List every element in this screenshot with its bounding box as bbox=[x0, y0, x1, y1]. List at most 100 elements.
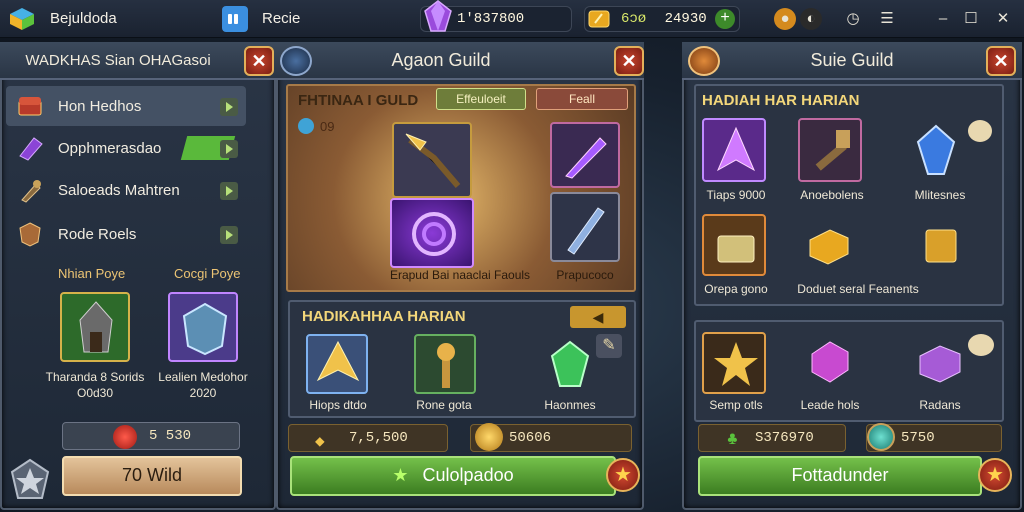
featured-slot-crystal[interactable] bbox=[550, 122, 620, 188]
sapphire-icon bbox=[914, 124, 958, 178]
emblem-icon[interactable] bbox=[10, 458, 50, 502]
menu-label-0: Hon Hedhos bbox=[58, 98, 142, 115]
featured-badge[interactable]: Effeuloeit bbox=[436, 88, 526, 110]
daily-slot-0[interactable] bbox=[306, 334, 368, 394]
featured-badge-2[interactable]: Feall bbox=[536, 88, 628, 110]
daily-label-2: Haonmes bbox=[544, 398, 596, 412]
torch-icon bbox=[437, 343, 455, 388]
reward-name-1: Lealien Medohor bbox=[158, 370, 248, 384]
featured-count: 09 bbox=[320, 119, 335, 134]
maximize-icon[interactable]: ☐ bbox=[960, 8, 982, 30]
middle-panel-title: Agaon Guild bbox=[391, 50, 491, 70]
minimize-icon[interactable]: – bbox=[932, 8, 954, 30]
right-bar-2: 5750 bbox=[866, 423, 1002, 452]
middle-bar-1-value: 7,5,500 bbox=[349, 430, 408, 446]
right-label-6: Leade hols bbox=[800, 398, 860, 412]
button-star-icon: ★ bbox=[392, 465, 409, 485]
right-bar-2-value: 5750 bbox=[901, 430, 935, 446]
tools-icon[interactable]: ✎ bbox=[596, 334, 622, 358]
record-icon[interactable]: ◐ bbox=[800, 8, 822, 30]
armor-icon bbox=[182, 302, 228, 356]
reward-name-0: Tharanda 8 Sorids bbox=[45, 370, 145, 384]
left-close-button[interactable]: ✕ bbox=[244, 46, 274, 76]
featured-slot-sword[interactable] bbox=[550, 192, 620, 262]
featured-title: FHTINAA I GULD bbox=[298, 92, 419, 109]
chest-box-icon bbox=[717, 235, 755, 263]
chest-icon bbox=[18, 97, 42, 116]
gem-count: 1'837800 bbox=[457, 11, 525, 27]
add-gold-button[interactable]: + bbox=[715, 9, 735, 29]
window-tab-label[interactable]: Recie bbox=[262, 10, 300, 27]
menu-item-2[interactable]: Saloeads Mahtren bbox=[6, 170, 246, 210]
crystal-icon bbox=[19, 137, 43, 161]
arrowhead-icon bbox=[316, 340, 360, 382]
middle-bar-2: 50606 bbox=[470, 423, 632, 452]
left-currency: 5 530 bbox=[149, 428, 192, 444]
vortex-icon bbox=[412, 212, 456, 256]
right-slot-3[interactable] bbox=[702, 214, 766, 276]
daily-label-0: Hiops dtdo bbox=[309, 398, 367, 412]
featured-caption: Erapud Bai naaclai Faouls bbox=[389, 268, 531, 282]
close-window-icon[interactable]: ✕ bbox=[992, 8, 1014, 30]
right-panel-title: Suie Guild bbox=[810, 50, 894, 70]
daily-title-right: HADIAH HAR HARIAN bbox=[702, 92, 860, 109]
gem-counter: 1'837800 bbox=[420, 0, 572, 32]
ruby-icon bbox=[113, 425, 137, 449]
left-currency-bar: 5 530 bbox=[62, 422, 240, 450]
left-panel-title: WADKHAS Sian OHAGasoi bbox=[25, 52, 211, 69]
gold-bar-icon bbox=[588, 10, 610, 28]
bar-gem-icon: ◆ bbox=[315, 433, 325, 451]
globe-icon bbox=[298, 118, 314, 134]
middle-action-button[interactable]: ★ Culolpadoo bbox=[290, 456, 616, 496]
right-bar-1-value: S376970 bbox=[755, 430, 814, 446]
coin-icon[interactable]: ● bbox=[774, 8, 796, 30]
daily-slot-1[interactable] bbox=[414, 334, 476, 394]
gold-prefix: 6ɔø bbox=[621, 11, 647, 27]
pink-cube-icon bbox=[808, 338, 852, 386]
shield-icon bbox=[19, 222, 41, 247]
menu-label-2: Saloeads Mahtren bbox=[58, 182, 180, 199]
magic-shard-icon bbox=[716, 126, 756, 172]
left-wild-button[interactable]: 70 Wild bbox=[62, 456, 242, 496]
right-label-2: Mlitesnes bbox=[914, 188, 966, 202]
right-label-0: Tiaps 9000 bbox=[706, 188, 766, 202]
middle-favorite-button[interactable]: ★ bbox=[606, 458, 640, 492]
gem-icon bbox=[424, 0, 452, 32]
coin-badge-icon-2 bbox=[968, 334, 994, 356]
right-slot-5[interactable] bbox=[702, 332, 766, 394]
right-label-4: Doduet seral Feanents bbox=[797, 282, 919, 296]
app-title: Bejuldoda bbox=[50, 10, 117, 27]
bag-icon bbox=[21, 180, 41, 203]
featured-slot-main[interactable] bbox=[392, 122, 472, 198]
emerald-icon bbox=[548, 340, 592, 390]
sword-icon bbox=[567, 207, 605, 255]
right-favorite-button[interactable]: ★ bbox=[978, 458, 1012, 492]
app-logo-icon bbox=[10, 8, 34, 30]
burst-icon bbox=[714, 342, 758, 386]
menu-item-0[interactable]: Hon Hedhos bbox=[6, 86, 246, 126]
middle-close-button[interactable]: ✕ bbox=[614, 46, 644, 76]
reward-sub-0: O0d30 bbox=[76, 386, 114, 400]
menu-item-3[interactable]: Rode Roels bbox=[6, 214, 246, 254]
teal-orb-icon bbox=[867, 423, 895, 451]
right-label-5: Semp otls bbox=[709, 398, 763, 412]
menu-item-1[interactable]: Opphmerasdao bbox=[6, 128, 246, 168]
daily-label-1: Rone gota bbox=[416, 398, 472, 412]
clover-icon: ♣ bbox=[727, 430, 738, 450]
right-slot-0[interactable] bbox=[702, 118, 766, 182]
purple-block-icon bbox=[916, 342, 964, 386]
right-bar-1: ♣ S376970 bbox=[698, 424, 846, 452]
reward-slot-1[interactable] bbox=[168, 292, 238, 362]
tower-icon bbox=[79, 301, 113, 353]
right-close-button[interactable]: ✕ bbox=[986, 46, 1016, 76]
right-slot-1[interactable] bbox=[798, 118, 862, 182]
daily-arrow-button[interactable]: ◀ bbox=[570, 306, 626, 328]
clock-icon[interactable]: ◷ bbox=[842, 8, 864, 30]
reward-slot-0[interactable] bbox=[60, 292, 130, 362]
right-action-button[interactable]: Fottadunder bbox=[698, 456, 982, 496]
middle-action-label: Culolpadoo bbox=[422, 465, 514, 485]
window-tab-icon[interactable] bbox=[222, 6, 248, 32]
featured-slot-portal[interactable] bbox=[390, 198, 474, 268]
right-label-3: Orepa gono bbox=[704, 282, 768, 296]
menu-icon[interactable]: ☰ bbox=[876, 8, 898, 30]
